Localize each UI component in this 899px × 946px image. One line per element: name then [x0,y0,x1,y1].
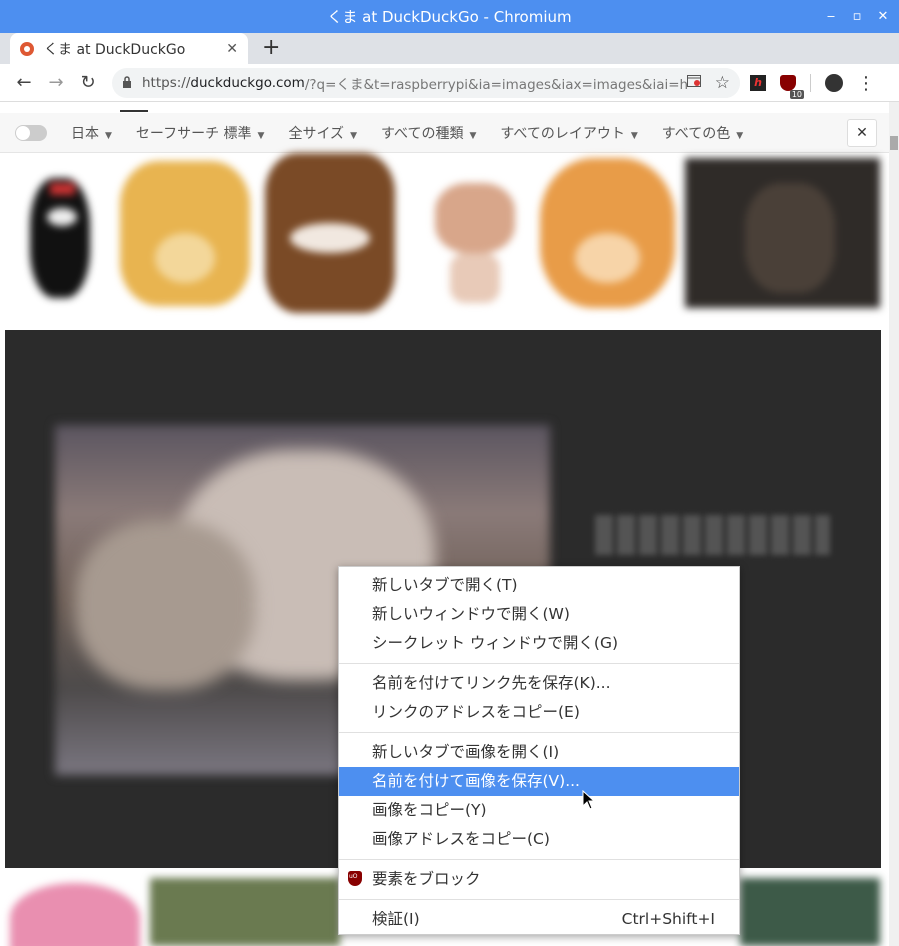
menu-item-copy-link-address[interactable]: リンクのアドレスをコピー(E) [339,698,739,727]
menu-separator [339,859,739,860]
bookmark-star-icon[interactable]: ☆ [715,73,730,93]
close-icon[interactable]: ✕ [875,9,891,24]
tab-duckduckgo[interactable]: くま at DuckDuckGo ✕ [10,33,248,64]
reload-icon[interactable]: ↻ [72,72,104,93]
filter-close-button[interactable]: ✕ [847,119,877,147]
image-result[interactable] [260,153,410,318]
image-result[interactable] [540,153,675,318]
image-filter-bar: 日本 ▼ セーフサーチ 標準 ▼ 全サイズ ▼ すべての種類 ▼ すべてのレイアウト ▼ … [0,113,889,153]
tab-close-icon[interactable]: ✕ [226,41,238,57]
address-bar[interactable]: https://duckduckgo.com/?q=くま&t=raspberry… [112,68,740,98]
image-result[interactable] [685,153,880,318]
menu-item-save-link-as[interactable]: 名前を付けてリンク先を保存(K)... [339,669,739,698]
scrollbar-thumb[interactable] [890,136,898,150]
chevron-down-icon: ▼ [105,130,112,141]
window-controls: ‒ ▫ ✕ [823,0,891,33]
image-results-row [0,153,889,323]
chevron-down-icon: ▼ [350,130,357,141]
ublock-badge: 10 [789,90,804,99]
duckduckgo-favicon-icon [20,41,34,56]
chevron-down-icon: ▼ [630,130,638,141]
menu-item-copy-image[interactable]: 画像をコピー(Y) [339,796,739,825]
maximize-icon[interactable]: ▫ [849,9,865,24]
image-result[interactable] [115,153,253,318]
inspect-shortcut: Ctrl+Shift+I [621,910,715,928]
size-filter[interactable]: 全サイズ ▼ [288,123,357,143]
url-domain: duckduckgo.com [190,75,305,91]
color-filter[interactable]: すべての色 ▼ [662,123,743,143]
preview-caption [595,515,830,555]
window-titlebar: くま at DuckDuckGo - Chromium ‒ ▫ ✕ [0,0,899,33]
extension-icons: h 10 ⋮ [750,64,875,102]
new-tab-button[interactable]: + [262,35,280,60]
mouse-cursor-icon [582,790,596,810]
menu-separator [339,732,739,733]
region-filter[interactable]: 日本 ▼ [71,123,112,143]
chevron-down-icon: ▼ [469,130,477,141]
menu-item-open-image-new-tab[interactable]: 新しいタブで画像を開く(I) [339,738,739,767]
menu-separator [339,663,739,664]
menu-separator [339,899,739,900]
profile-avatar-icon[interactable] [825,74,843,92]
chevron-down-icon: ▼ [736,130,744,141]
ublock-extension-icon[interactable]: 10 [780,75,804,99]
region-toggle[interactable] [15,124,47,141]
browser-menu-icon[interactable]: ⋮ [857,73,875,94]
window-title: くま at DuckDuckGo - Chromium [327,8,572,26]
url-prefix: https:// [142,75,191,91]
minimize-icon[interactable]: ‒ [823,9,839,24]
safesearch-filter[interactable]: セーフサーチ 標準 ▼ [136,123,265,143]
url-path: /?q=くま&t=raspberrypi&ia=images&iax=image… [304,77,721,93]
menu-item-copy-image-address[interactable]: 画像アドレスをコピー(C) [339,825,739,854]
ublock-icon [348,871,362,886]
lock-icon[interactable] [122,75,132,91]
tab-strip: くま at DuckDuckGo ✕ + [0,33,899,64]
menu-item-open-new-tab[interactable]: 新しいタブで開く(T) [339,571,739,600]
menu-item-inspect[interactable]: 検証(I) Ctrl+Shift+I [339,905,739,934]
toolbar-divider [810,74,811,92]
active-tab-indicator [120,110,148,112]
preview-image-subject [75,520,255,690]
layout-filter[interactable]: すべてのレイアウト ▼ [500,123,637,143]
tab-title: くま at DuckDuckGo [44,41,186,58]
menu-item-open-incognito[interactable]: シークレット ウィンドウで開く(G) [339,629,739,658]
context-menu: 新しいタブで開く(T) 新しいウィンドウで開く(W) シークレット ウィンドウで… [338,566,740,935]
menu-item-save-image-as[interactable]: 名前を付けて画像を保存(V)... [339,767,739,796]
image-result[interactable] [5,153,110,318]
omnibox-actions: ☆ [686,68,740,98]
page-scrollbar[interactable] [889,102,899,946]
type-filter[interactable]: すべての種類 ▼ [381,123,476,143]
menu-item-block-element[interactable]: 要素をブロック [339,865,739,894]
hatena-extension-icon[interactable]: h [750,75,766,91]
browser-toolbar: ← → ↻ https://duckduckgo.com/?q=くま&t=ras… [0,64,899,102]
chevron-down-icon: ▼ [257,130,265,141]
forward-icon[interactable]: → [40,72,72,93]
popup-blocked-icon[interactable] [686,75,701,91]
menu-item-open-new-window[interactable]: 新しいウィンドウで開く(W) [339,600,739,629]
image-result[interactable] [420,153,530,318]
back-icon[interactable]: ← [8,72,40,93]
